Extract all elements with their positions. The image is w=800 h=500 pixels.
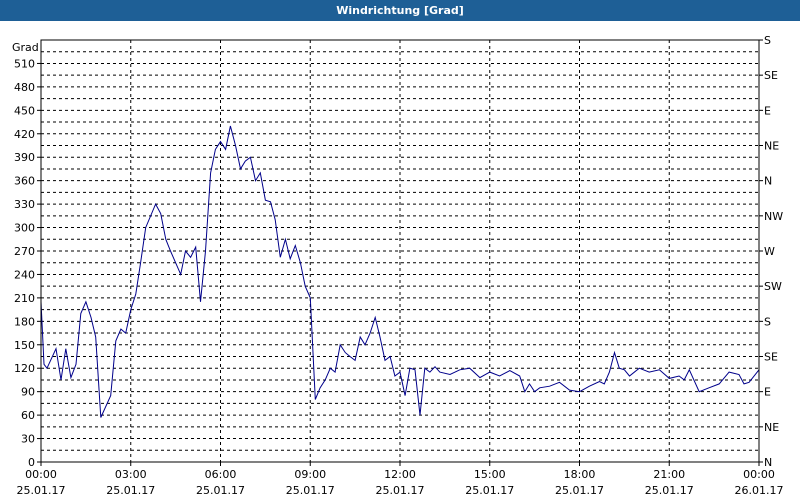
x-tick-date: 25.01.17 bbox=[645, 484, 694, 497]
y-tick-label: 420 bbox=[14, 128, 35, 141]
y-tick-label: 30 bbox=[21, 433, 35, 446]
x-tick-date: 25.01.17 bbox=[17, 484, 66, 497]
x-tick-time: 03:00 bbox=[115, 468, 147, 481]
y-tick-label: 270 bbox=[14, 245, 35, 258]
wind-direction-chart: 0306090120150180210240270300330360390420… bbox=[12, 34, 784, 497]
x-axis-ticks: 00:00 25.01.17 03:00 25.01.17 06:00 25.01.17 0… bbox=[17, 462, 784, 497]
series-line bbox=[40, 125, 760, 418]
x-tick-time: 06:00 bbox=[205, 468, 237, 481]
y-tick-label: 90 bbox=[21, 386, 35, 399]
y-tick-label: 60 bbox=[21, 409, 35, 422]
y2-tick-label: SE bbox=[764, 69, 778, 82]
y-tick-label: 360 bbox=[14, 175, 35, 188]
y2-tick-label: NE bbox=[764, 421, 779, 434]
x-tick-date: 25.01.17 bbox=[286, 484, 335, 497]
y2-tick-label: S bbox=[764, 315, 771, 328]
y2-tick-label: E bbox=[764, 104, 771, 117]
y-axis-label: Grad bbox=[12, 41, 39, 54]
y2-tick-label: SE bbox=[764, 351, 778, 364]
chart-grid bbox=[41, 40, 759, 462]
y2-tick-label: W bbox=[764, 245, 775, 258]
x-tick-date: 25.01.17 bbox=[555, 484, 604, 497]
x-tick-time: 21:00 bbox=[653, 468, 685, 481]
y-tick-label: 210 bbox=[14, 292, 35, 305]
x-tick-date: 25.01.17 bbox=[196, 484, 245, 497]
y-tick-label: 510 bbox=[14, 57, 35, 70]
y-tick-label: 120 bbox=[14, 362, 35, 375]
y-tick-label: 180 bbox=[14, 315, 35, 328]
y-tick-label: 450 bbox=[14, 104, 35, 117]
y-tick-label: 330 bbox=[14, 198, 35, 211]
x-tick-date: 25.01.17 bbox=[106, 484, 155, 497]
x-tick-date: 26.01.17 bbox=[735, 484, 784, 497]
x-tick-date: 25.01.17 bbox=[465, 484, 514, 497]
x-tick-time: 15:00 bbox=[474, 468, 506, 481]
y2-tick-label: NW bbox=[764, 210, 783, 223]
y-tick-label: 390 bbox=[14, 151, 35, 164]
x-tick-time: 00:00 bbox=[743, 468, 775, 481]
y-tick-label: 300 bbox=[14, 222, 35, 235]
y2-tick-label: SW bbox=[764, 280, 782, 293]
x-tick-time: 18:00 bbox=[564, 468, 596, 481]
y2-tick-label: N bbox=[764, 175, 772, 188]
y-axis-ticks: 0306090120150180210240270300330360390420… bbox=[14, 57, 41, 469]
y-tick-label: 240 bbox=[14, 268, 35, 281]
x-tick-time: 09:00 bbox=[294, 468, 326, 481]
y-tick-label: 480 bbox=[14, 81, 35, 94]
y2-tick-label: S bbox=[764, 34, 771, 47]
y2-axis-ticks: NNEESESSWWNWNNEESES bbox=[759, 34, 783, 469]
x-tick-time: 00:00 bbox=[25, 468, 57, 481]
x-tick-time: 12:00 bbox=[384, 468, 416, 481]
y2-tick-label: NE bbox=[764, 140, 779, 153]
y2-tick-label: E bbox=[764, 386, 771, 399]
y-tick-label: 150 bbox=[14, 339, 35, 352]
x-tick-date: 25.01.17 bbox=[376, 484, 425, 497]
